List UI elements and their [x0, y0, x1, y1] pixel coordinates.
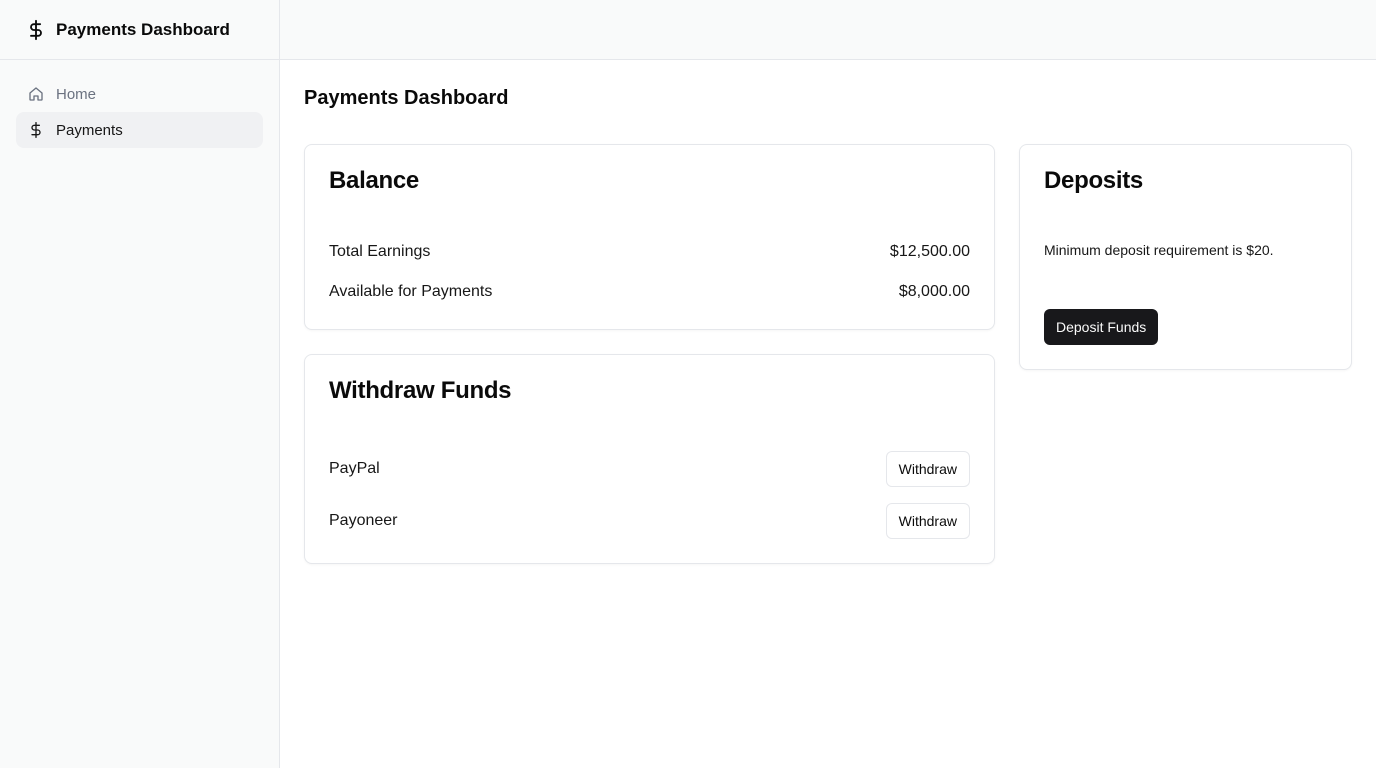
- deposits-card: Deposits Minimum deposit requirement is …: [1019, 144, 1352, 370]
- balance-row: Available for Payments $8,000.00: [329, 283, 970, 301]
- sidebar: Payments Dashboard Home Payments: [0, 0, 280, 768]
- withdraw-method-label: Payoneer: [329, 512, 398, 529]
- balance-row-value: $12,500.00: [889, 243, 970, 260]
- withdraw-method-row: Payoneer Withdraw: [329, 503, 970, 539]
- deposit-note: Minimum deposit requirement is $20.: [1044, 242, 1274, 258]
- dollar-icon: [26, 18, 46, 42]
- withdraw-title: Withdraw Funds: [329, 377, 512, 404]
- balance-row: Total Earnings $12,500.00: [329, 243, 970, 261]
- balance-card: Balance Total Earnings $12,500.00 Availa…: [304, 144, 995, 330]
- withdraw-method-label: PayPal: [329, 460, 380, 477]
- sidebar-item-label: Payments: [56, 121, 123, 139]
- withdraw-payoneer-button[interactable]: Withdraw: [885, 503, 970, 539]
- withdraw-paypal-button[interactable]: Withdraw: [885, 451, 970, 487]
- app-title: Payments Dashboard: [56, 19, 230, 39]
- home-icon: [28, 86, 44, 102]
- dollar-icon: [28, 122, 44, 138]
- brand: Payments Dashboard: [0, 0, 279, 60]
- balance-row-label: Available for Payments: [329, 283, 493, 300]
- page-title: Payments Dashboard: [304, 87, 509, 109]
- balance-row-label: Total Earnings: [329, 243, 431, 260]
- sidebar-nav: Home Payments: [0, 60, 279, 164]
- withdraw-method-row: PayPal Withdraw: [329, 451, 970, 487]
- balance-title: Balance: [329, 167, 419, 194]
- balance-row-value: $8,000.00: [898, 283, 970, 300]
- sidebar-item-label: Home: [56, 85, 97, 103]
- sidebar-item-home[interactable]: Home: [16, 76, 263, 112]
- sidebar-item-payments[interactable]: Payments: [16, 112, 263, 148]
- deposit-funds-button[interactable]: Deposit Funds: [1044, 309, 1159, 345]
- withdraw-card: Withdraw Funds PayPal Withdraw Payoneer …: [304, 354, 995, 564]
- deposits-title: Deposits: [1044, 167, 1143, 194]
- top-bar: [280, 0, 1376, 60]
